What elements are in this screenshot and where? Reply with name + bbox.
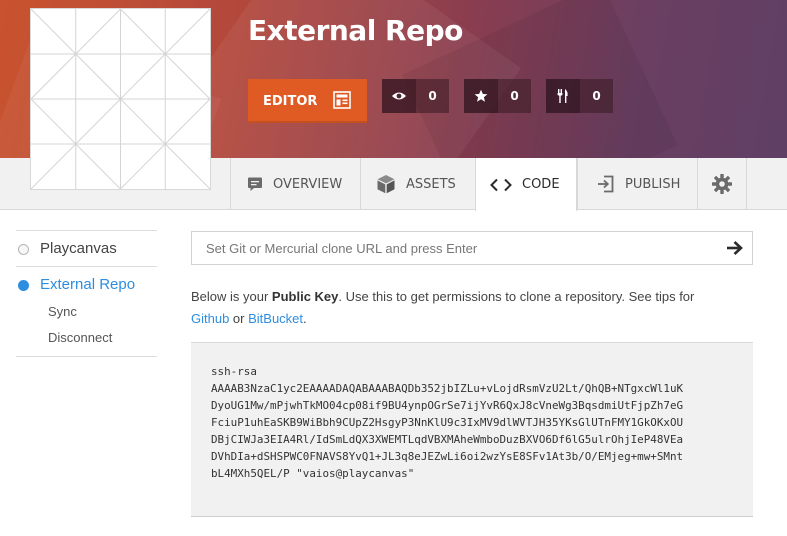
- tab-publish-label: PUBLISH: [625, 176, 681, 192]
- star-icon: [464, 79, 498, 113]
- tab-settings[interactable]: [697, 158, 747, 210]
- sidebar-divider: [16, 356, 157, 357]
- info-text: . Use this to get permissions to clone a…: [338, 289, 695, 304]
- stars-counter[interactable]: 0: [464, 79, 531, 113]
- key-line: AAAAB3NzaC1yc2EAAAADAQABAAABAQDb352jbIZL…: [211, 382, 684, 395]
- fork-icon: [546, 79, 580, 113]
- cube-icon: [376, 174, 396, 194]
- tab-code[interactable]: CODE: [475, 158, 577, 211]
- forks-counter[interactable]: 0: [546, 79, 613, 113]
- key-line: ssh-rsa: [211, 365, 257, 378]
- editor-button-label: EDITOR: [263, 93, 318, 109]
- info-text: or: [229, 311, 249, 326]
- bitbucket-link[interactable]: BitBucket: [248, 311, 303, 326]
- radio-unselected[interactable]: [18, 244, 29, 255]
- arrow-right-icon[interactable]: [726, 240, 744, 256]
- radio-selected[interactable]: [18, 280, 29, 291]
- sidebar-item-label: Playcanvas: [40, 240, 117, 257]
- clone-url-input[interactable]: [192, 232, 752, 264]
- views-count: 0: [428, 89, 437, 103]
- clone-url-field: [191, 231, 753, 265]
- key-line: DBjCIWJa3EIA4Rl/IdSmLdQX3XWEMTLqdVBXMAhe…: [211, 433, 684, 446]
- project-thumbnail[interactable]: [30, 8, 211, 190]
- public-key-label: Public Key: [271, 289, 339, 304]
- views-counter[interactable]: 0: [382, 79, 449, 113]
- key-line: DyoUG1Mw/mPjwhTkMO04cp08if9BU4ynpOGrSe7i…: [211, 399, 684, 412]
- publish-icon: [597, 175, 615, 193]
- thumbnail-placeholder-grid: [30, 8, 211, 190]
- tab-assets-label: ASSETS: [406, 176, 456, 192]
- info-text: Below is your: [191, 289, 272, 304]
- key-line: DVhDIa+dSHSPWC0FNAVS8YvQ1+JL3q8eJEZwLi6o…: [211, 450, 684, 463]
- code-brackets-icon: [490, 178, 512, 192]
- editor-layout-icon: [333, 91, 351, 109]
- gear-icon: [711, 173, 733, 195]
- eye-icon: [382, 79, 416, 113]
- editor-button[interactable]: EDITOR: [248, 79, 367, 123]
- tab-code-label: CODE: [522, 177, 560, 192]
- sidebar-item-external-repo[interactable]: External Repo: [16, 266, 157, 302]
- stars-count: 0: [510, 89, 519, 103]
- sidebar-item-playcanvas[interactable]: Playcanvas: [16, 230, 157, 266]
- info-text: .: [303, 311, 307, 326]
- github-link[interactable]: Github: [191, 311, 229, 326]
- forks-count: 0: [592, 89, 601, 103]
- public-key-instructions: Below is your Public Key. Use this to ge…: [191, 286, 751, 330]
- sidebar-disconnect-link[interactable]: Disconnect: [16, 324, 157, 350]
- tab-publish[interactable]: PUBLISH: [577, 158, 697, 210]
- project-title: External Repo: [248, 14, 463, 47]
- key-line: FciuP1uhEaSKB9WiBbh9CUpZ2HsgyP3NnKlU9c3I…: [211, 416, 684, 429]
- public-key-box[interactable]: ssh-rsa AAAAB3NzaC1yc2EAAAADAQABAAABAQDb…: [191, 342, 753, 517]
- sidebar-item-label: External Repo: [40, 276, 136, 293]
- repo-sidebar: Playcanvas External Repo Sync Disconnect: [16, 230, 157, 357]
- tab-overview-label: OVERVIEW: [273, 176, 343, 192]
- key-line: bL4MXh5QEL/P "vaios@playcanvas": [211, 467, 415, 480]
- tab-assets[interactable]: ASSETS: [360, 158, 475, 210]
- speech-bubble-icon: [247, 176, 263, 192]
- tab-overview[interactable]: OVERVIEW: [230, 158, 360, 210]
